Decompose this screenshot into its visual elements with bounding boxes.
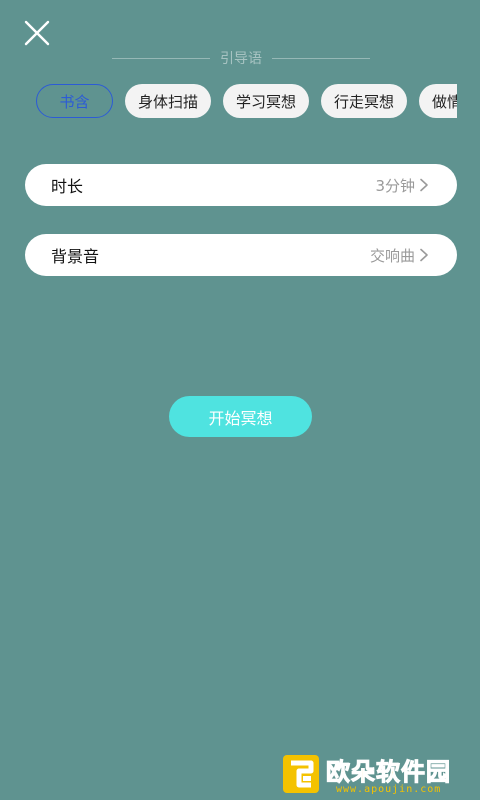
watermark-title: 欧朵软件园 — [326, 758, 451, 787]
background-sound-title: 背景音 — [51, 247, 100, 266]
divider-right — [272, 57, 370, 59]
background-sound-value: 交响曲 — [369, 246, 415, 265]
duration-row[interactable]: 时长 3分钟 — [25, 164, 457, 206]
watermark-logo-icon — [283, 755, 319, 793]
guide-chip-list: 书含 身体扫描 学习冥想 行走冥想 做情 — [36, 84, 457, 118]
watermark: 欧朵软件园 www.apoujin.com — [280, 752, 476, 798]
section-label: 引导语 — [220, 51, 262, 67]
chip-walking-meditation[interactable]: 行走冥想 — [321, 84, 408, 118]
duration-title: 时长 — [51, 177, 84, 196]
close-button[interactable] — [22, 18, 52, 48]
background-sound-row[interactable]: 背景音 交响曲 — [25, 234, 457, 276]
close-icon — [24, 20, 50, 46]
chip-partial[interactable]: 做情 — [419, 84, 457, 118]
chip-body-scan[interactable]: 身体扫描 — [125, 84, 212, 118]
duration-value: 3分钟 — [375, 176, 415, 195]
start-meditation-button[interactable]: 开始冥想 — [169, 396, 312, 437]
chip-learn-meditation[interactable]: 学习冥想 — [223, 84, 310, 118]
guide-chip-scroller[interactable]: 书含 身体扫描 学习冥想 行走冥想 做情 — [36, 84, 457, 120]
watermark-url: www.apoujin.com — [336, 784, 442, 795]
chevron-right-icon — [420, 178, 428, 192]
guide-section-header: 引导语 — [112, 48, 370, 68]
divider-left — [112, 57, 210, 59]
chevron-right-icon — [420, 248, 428, 262]
chip-shuhan[interactable]: 书含 — [36, 84, 113, 118]
